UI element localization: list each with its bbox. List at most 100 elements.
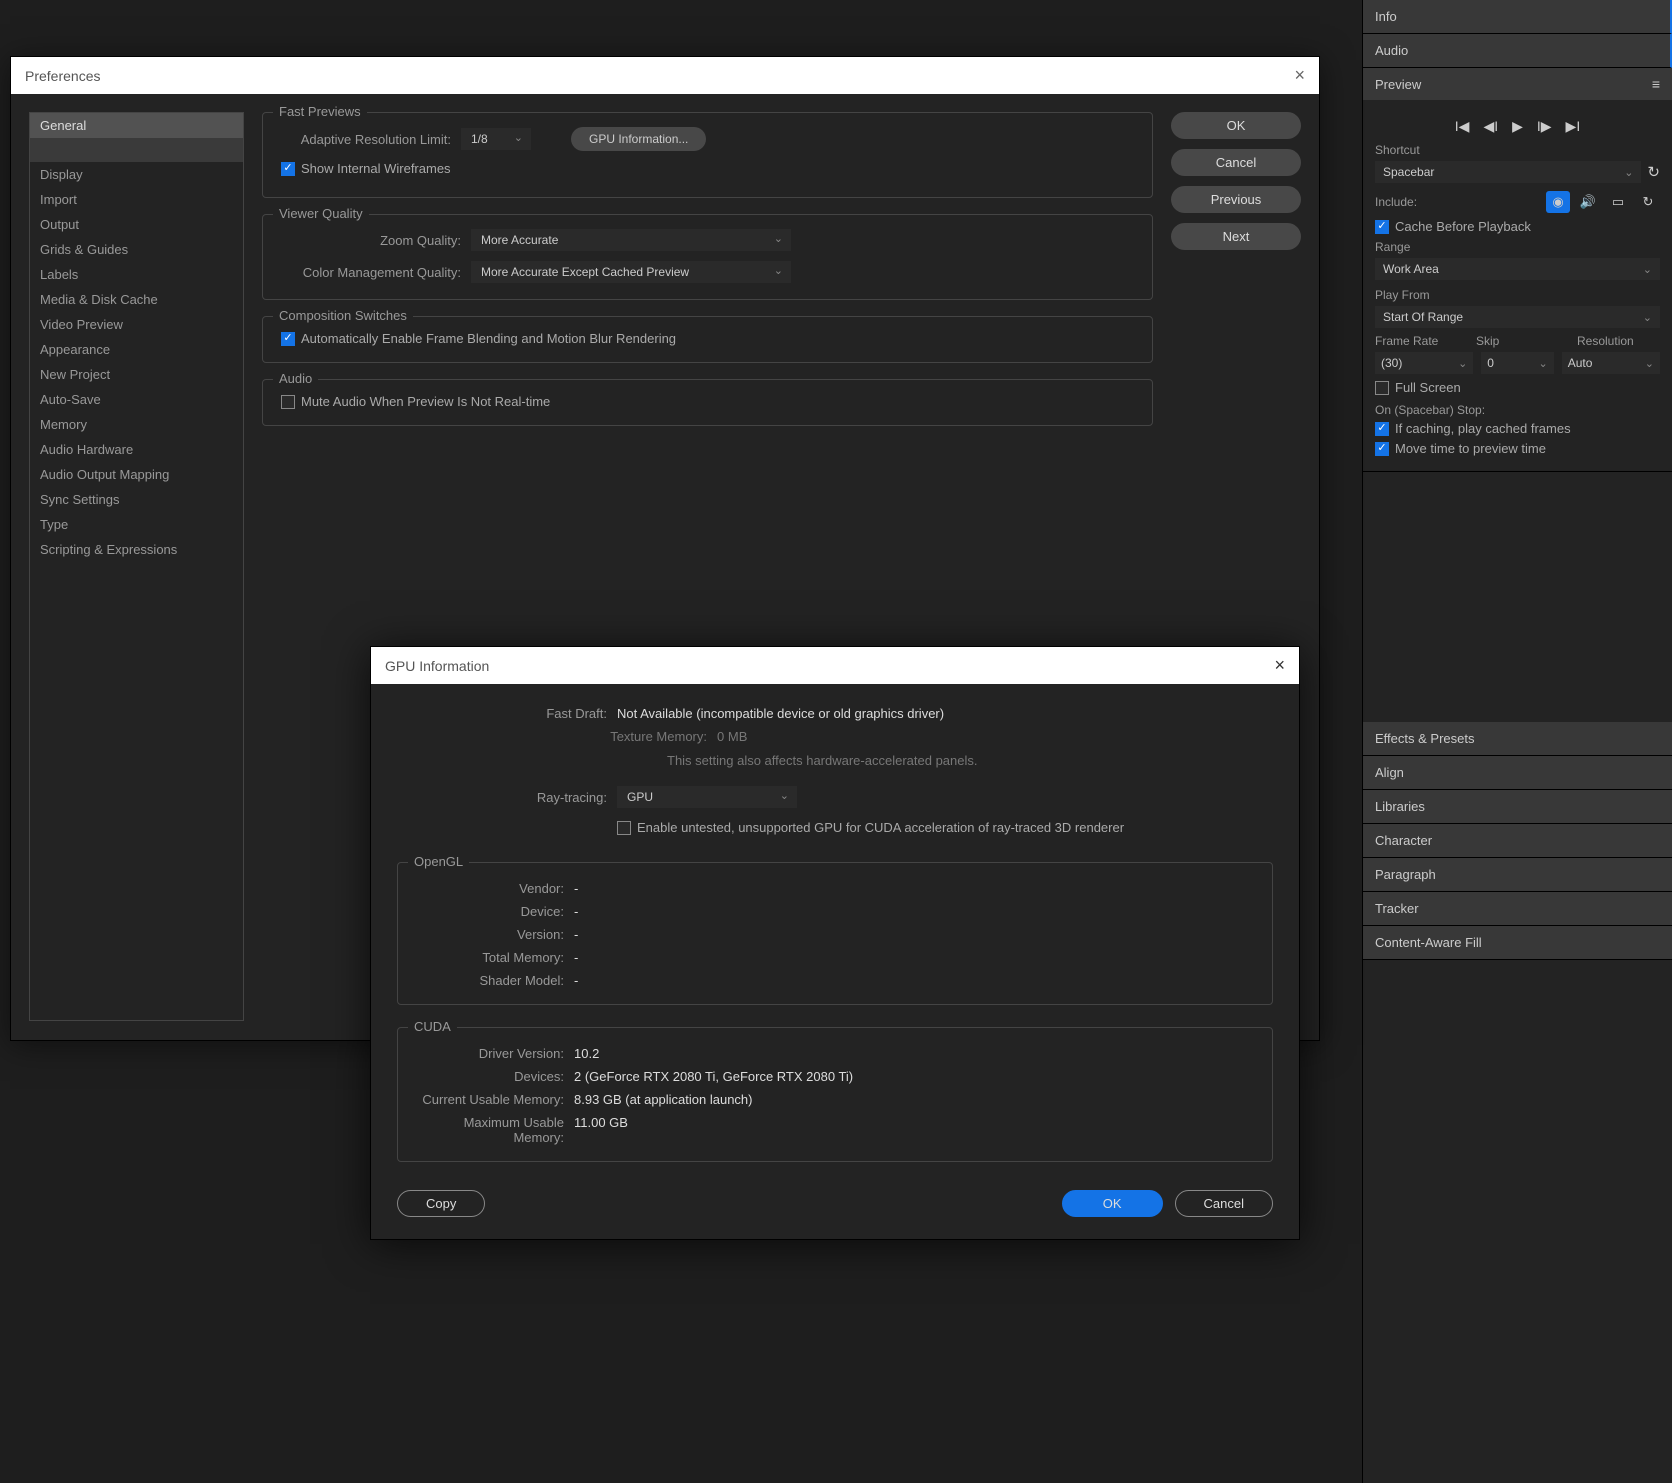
totalmem-value: -: [574, 950, 578, 965]
mute-audio-checkbox[interactable]: [281, 395, 295, 409]
raytracing-label: Ray-tracing:: [397, 790, 617, 805]
effects-presets-panel[interactable]: Effects & Presets: [1363, 722, 1672, 756]
ok-button[interactable]: OK: [1171, 112, 1301, 139]
shortcut-dropdown[interactable]: Spacebar: [1375, 161, 1641, 183]
ifcaching-checkbox[interactable]: [1375, 422, 1389, 436]
sidebar-item-grids[interactable]: Grids & Guides: [30, 237, 243, 262]
tracker-panel[interactable]: Tracker: [1363, 892, 1672, 926]
include-overlays-icon[interactable]: ▭: [1606, 191, 1630, 213]
sidebar-item-video-preview[interactable]: Video Preview: [30, 312, 243, 337]
color-mgmt-dropdown[interactable]: More Accurate Except Cached Preview: [471, 261, 791, 283]
auto-enable-checkbox[interactable]: [281, 332, 295, 346]
sidebar-item-audio-hardware[interactable]: Audio Hardware: [30, 437, 243, 462]
previous-button[interactable]: Previous: [1171, 186, 1301, 213]
next-frame-icon[interactable]: I▶: [1537, 118, 1552, 135]
sidebar-item-display[interactable]: Display: [30, 162, 243, 187]
sidebar-item-appearance[interactable]: Appearance: [30, 337, 243, 362]
sidebar-item-media-disk[interactable]: Media & Disk Cache: [30, 287, 243, 312]
preferences-close-icon[interactable]: ×: [1294, 65, 1305, 86]
sidebar-item-auto-save[interactable]: Auto-Save: [30, 387, 243, 412]
include-audio-icon[interactable]: 🔊: [1576, 191, 1600, 213]
playfrom-dropdown[interactable]: Start Of Range: [1375, 306, 1660, 328]
preview-panel-header[interactable]: Preview ≡: [1363, 68, 1672, 100]
raytracing-dropdown[interactable]: GPU: [617, 786, 797, 808]
sidebar-item-general[interactable]: General: [30, 113, 243, 138]
next-button[interactable]: Next: [1171, 223, 1301, 250]
paragraph-panel[interactable]: Paragraph: [1363, 858, 1672, 892]
adaptive-res-dropdown[interactable]: 1/8: [461, 128, 531, 150]
fastdraft-value: Not Available (incompatible device or ol…: [617, 706, 944, 721]
character-panel[interactable]: Character: [1363, 824, 1672, 858]
cancel-button[interactable]: Cancel: [1171, 149, 1301, 176]
zoom-quality-dropdown[interactable]: More Accurate: [471, 229, 791, 251]
version-value: -: [574, 927, 578, 942]
shortcut-value: Spacebar: [1383, 165, 1434, 179]
show-wireframes-row[interactable]: Show Internal Wireframes: [281, 161, 1134, 176]
align-panel[interactable]: Align: [1363, 756, 1672, 790]
color-mgmt-label: Color Management Quality:: [281, 265, 461, 280]
sidebar-item-memory[interactable]: Memory: [30, 412, 243, 437]
include-video-icon[interactable]: ◉: [1546, 191, 1570, 213]
play-icon[interactable]: ▶: [1512, 118, 1523, 135]
content-aware-fill-panel[interactable]: Content-Aware Fill: [1363, 926, 1672, 960]
include-loop-icon[interactable]: ↻: [1636, 191, 1660, 213]
gpu-information-button[interactable]: GPU Information...: [571, 127, 706, 151]
right-side-panel: Info Audio Preview ≡ I◀ ◀I ▶ I▶ ▶I Short…: [1362, 0, 1672, 1483]
skip-label: Skip: [1476, 334, 1559, 348]
fullscreen-row[interactable]: Full Screen: [1375, 380, 1660, 395]
ifcaching-row[interactable]: If caching, play cached frames: [1375, 421, 1660, 436]
framerate-label: Frame Rate: [1375, 334, 1458, 348]
info-panel-header[interactable]: Info: [1363, 0, 1672, 34]
auto-enable-row[interactable]: Automatically Enable Frame Blending and …: [281, 331, 1134, 346]
comp-switches-fieldset: Composition Switches Automatically Enabl…: [262, 316, 1153, 363]
ifcaching-label: If caching, play cached frames: [1395, 421, 1571, 436]
panel-menu-icon[interactable]: ≡: [1652, 76, 1660, 92]
show-wireframes-checkbox[interactable]: [281, 162, 295, 176]
sidebar-item-type[interactable]: Type: [30, 512, 243, 537]
enable-untested-checkbox[interactable]: [617, 821, 631, 835]
enable-untested-row[interactable]: Enable untested, unsupported GPU for CUD…: [617, 820, 1124, 835]
gpu-ok-button[interactable]: OK: [1062, 1190, 1163, 1217]
onstop-label: On (Spacebar) Stop:: [1375, 403, 1660, 417]
framerate-value: (30): [1381, 356, 1402, 370]
libraries-panel[interactable]: Libraries: [1363, 790, 1672, 824]
audio-legend: Audio: [273, 371, 318, 386]
movetime-row[interactable]: Move time to preview time: [1375, 441, 1660, 456]
fast-previews-fieldset: Fast Previews Adaptive Resolution Limit:…: [262, 112, 1153, 198]
skip-value: 0: [1487, 356, 1494, 370]
sidebar-item-output[interactable]: Output: [30, 212, 243, 237]
cache-before-row[interactable]: Cache Before Playback: [1375, 219, 1660, 234]
first-frame-icon[interactable]: I◀: [1455, 118, 1470, 135]
comp-switches-legend: Composition Switches: [273, 308, 413, 323]
sidebar-item-new-project[interactable]: New Project: [30, 362, 243, 387]
sidebar-item-previews[interactable]: [30, 138, 243, 162]
sidebar-item-audio-mapping[interactable]: Audio Output Mapping: [30, 462, 243, 487]
preview-panel-spacer: [1363, 472, 1672, 722]
fullscreen-checkbox[interactable]: [1375, 381, 1389, 395]
gpu-close-icon[interactable]: ×: [1274, 655, 1285, 676]
range-dropdown[interactable]: Work Area: [1375, 258, 1660, 280]
reset-icon[interactable]: ↻: [1647, 163, 1660, 181]
framerate-dropdown[interactable]: (30): [1375, 352, 1473, 374]
sidebar-item-scripting[interactable]: Scripting & Expressions: [30, 537, 243, 562]
last-frame-icon[interactable]: ▶I: [1566, 118, 1581, 135]
preview-panel-title: Preview: [1375, 77, 1421, 92]
playback-controls: I◀ ◀I ▶ I▶ ▶I: [1375, 110, 1660, 143]
texmem-note: This setting also affects hardware-accel…: [667, 752, 977, 770]
preview-panel-body: I◀ ◀I ▶ I▶ ▶I Shortcut Spacebar ↻ Includ…: [1363, 100, 1672, 471]
sidebar-item-labels[interactable]: Labels: [30, 262, 243, 287]
playfrom-value: Start Of Range: [1383, 310, 1463, 324]
cache-before-checkbox[interactable]: [1375, 220, 1389, 234]
prev-frame-icon[interactable]: ◀I: [1483, 118, 1498, 135]
sidebar-item-sync[interactable]: Sync Settings: [30, 487, 243, 512]
copy-button[interactable]: Copy: [397, 1190, 485, 1217]
sidebar-item-import[interactable]: Import: [30, 187, 243, 212]
shader-label: Shader Model:: [414, 973, 574, 988]
mute-audio-row[interactable]: Mute Audio When Preview Is Not Real-time: [281, 394, 1134, 409]
movetime-checkbox[interactable]: [1375, 442, 1389, 456]
audio-panel-header[interactable]: Audio: [1363, 34, 1672, 68]
resolution-dropdown[interactable]: Auto: [1562, 352, 1660, 374]
gpu-cancel-button[interactable]: Cancel: [1175, 1190, 1273, 1217]
texmem-value: 0 MB: [717, 729, 747, 744]
skip-dropdown[interactable]: 0: [1481, 352, 1553, 374]
